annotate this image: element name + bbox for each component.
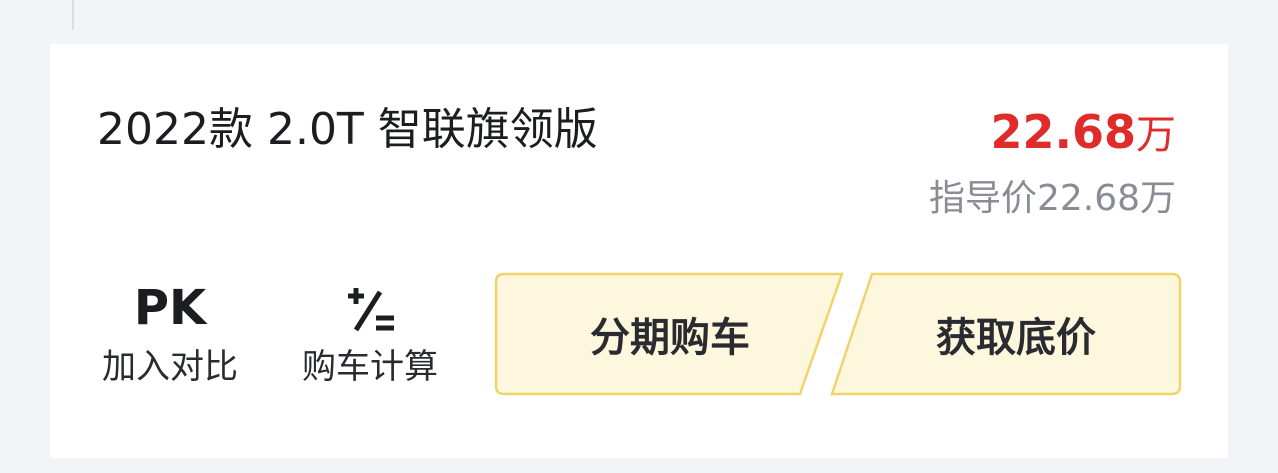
installment-purchase-button[interactable]: 分期购车 <box>494 272 846 396</box>
price-block: 22.68万 指导价22.68万 <box>929 102 1176 221</box>
dealer-price-unit: 万 <box>1136 112 1176 158</box>
add-to-compare-label: 加入对比 <box>102 347 238 387</box>
trim-title: 2022款 2.0T 智联旗领版 <box>97 104 598 155</box>
pk-icon: PK <box>133 280 207 336</box>
dealer-price-value: 22.68 <box>990 105 1136 159</box>
top-divider <box>72 0 74 30</box>
purchase-calculator-button[interactable]: 购车计算 <box>290 280 450 390</box>
installment-purchase-label: 分期购车 <box>590 315 750 361</box>
purchase-calculator-label: 购车计算 <box>302 347 438 387</box>
get-lowest-price-label: 获取底价 <box>936 315 1096 361</box>
guide-price: 指导价22.68万 <box>928 178 1176 219</box>
get-lowest-price-button[interactable]: 获取底价 <box>828 272 1182 396</box>
car-trim-card: 2022款 2.0T 智联旗领版 22.68万 指导价22.68万 PK 加入对… <box>50 44 1228 458</box>
calculator-icon <box>290 280 450 336</box>
add-to-compare-button[interactable]: PK 加入对比 <box>90 280 250 390</box>
dealer-price: 22.68万 <box>929 102 1176 165</box>
